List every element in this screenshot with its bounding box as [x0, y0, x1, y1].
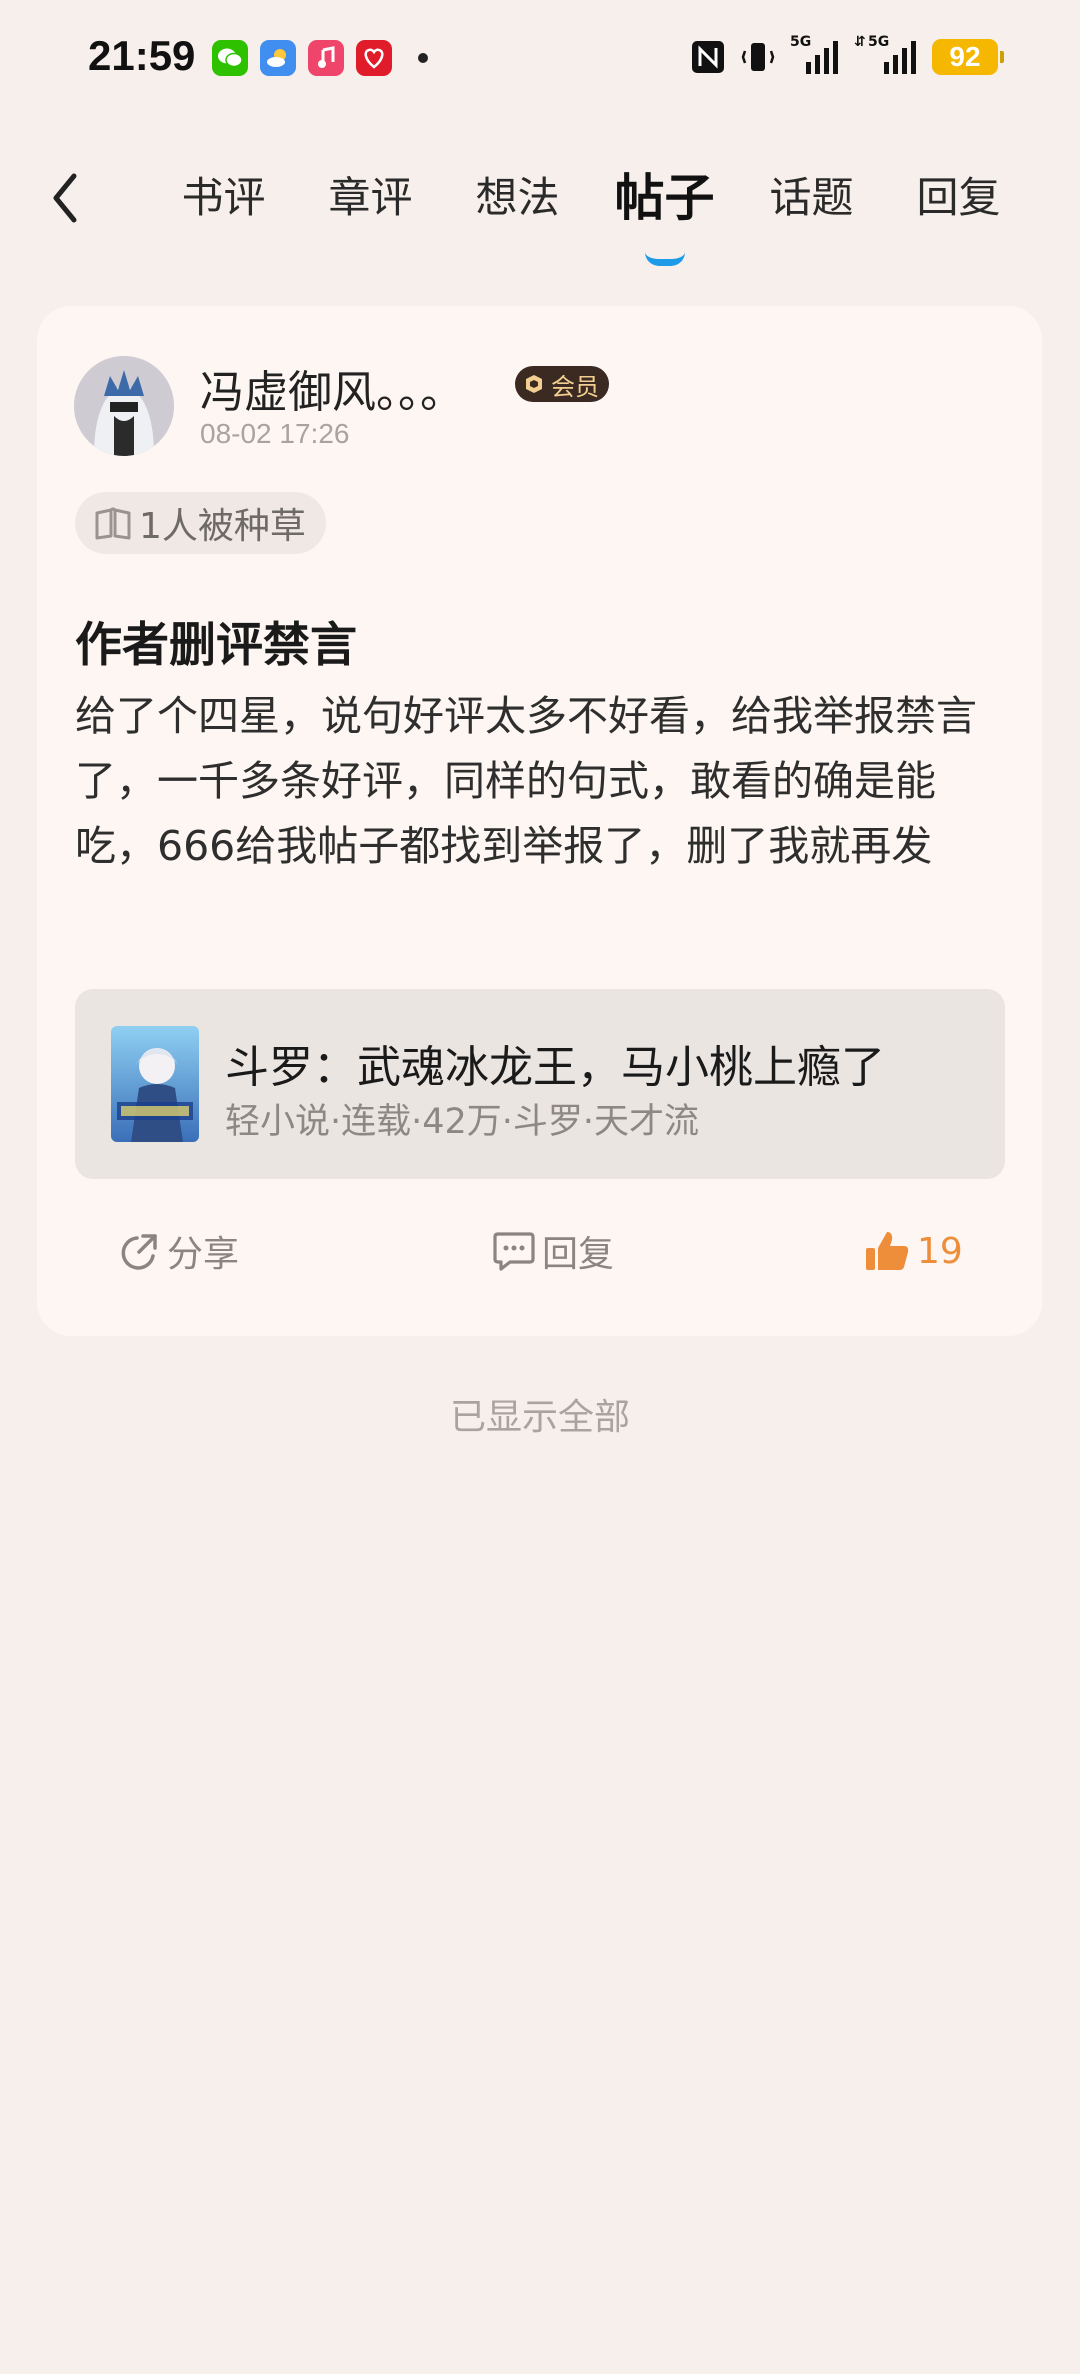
tab-thoughts[interactable]: 想法	[444, 168, 591, 228]
tab-topics[interactable]: 话题	[738, 168, 885, 228]
notification-icons	[212, 40, 428, 76]
book-cover	[111, 1026, 199, 1142]
post-title: 作者删评禁言	[75, 618, 357, 673]
post-card[interactable]: 冯虚御风。。。 会员 08-02 17:26 1人被种草 作者删评禁言 给了个四…	[37, 306, 1042, 1336]
active-tab-indicator	[644, 252, 685, 266]
tab-posts[interactable]: 帖子	[591, 168, 738, 266]
end-of-list-note: 已显示全部	[449, 1397, 630, 1438]
username[interactable]: 冯虚御风。。。	[200, 356, 464, 420]
wechat-icon	[212, 40, 248, 76]
more-notifications-dot	[418, 53, 428, 63]
nfc-icon	[692, 41, 724, 73]
share-label: 分享	[167, 1234, 240, 1275]
heart-app-icon	[356, 40, 392, 76]
chevron-left-icon	[53, 173, 77, 223]
top-nav: 书评 章评 想法 帖子 话题 回复	[0, 150, 1080, 266]
seed-chip[interactable]: 1人被种草	[75, 492, 326, 554]
book-link[interactable]: 斗罗：武魂冰龙王，马小桃上瘾了 轻小说·连载·42万·斗罗·天才流	[75, 989, 1005, 1179]
reply-button[interactable]: 回复	[492, 1216, 614, 1286]
signal-icon-2: ⇵ 5G	[854, 34, 918, 76]
comment-icon	[493, 1232, 535, 1271]
weather-icon	[260, 40, 296, 76]
reply-label: 回复	[542, 1234, 615, 1275]
tab-posts-label: 帖子	[614, 169, 715, 227]
post-actions: 分享 回复 19	[37, 1216, 1042, 1286]
status-bar: 21:59 5G ⇵ 5G 92	[0, 0, 1080, 120]
post-time: 08-02 17:26	[200, 418, 350, 449]
system-icons: 5G ⇵ 5G 92	[690, 34, 1004, 76]
book-meta: 轻小说·连载·42万·斗罗·天才流	[225, 1102, 700, 1142]
vip-icon	[526, 375, 542, 393]
avatar[interactable]	[74, 356, 174, 456]
share-button[interactable]: 分享	[119, 1216, 239, 1286]
tab-bar: 书评 章评 想法 帖子 话题 回复	[150, 168, 1032, 266]
vip-badge: 会员	[515, 366, 609, 402]
like-button[interactable]: 19	[863, 1216, 963, 1286]
like-count: 19	[917, 1230, 963, 1272]
share-icon	[121, 1234, 157, 1270]
tab-chapter-review[interactable]: 章评	[297, 168, 444, 228]
vibrate-icon	[741, 43, 775, 71]
vip-label: 会员	[551, 372, 599, 401]
post-body: 给了个四星，说句好评太多不好看，给我举报禁言了，一千多条好评，同样的句式，敢看的…	[75, 692, 977, 870]
tab-replies[interactable]: 回复	[885, 168, 1032, 228]
thumbs-up-icon	[866, 1232, 909, 1270]
back-button[interactable]	[44, 168, 88, 228]
open-book-icon	[95, 507, 131, 540]
signal-icon-1: 5G	[790, 34, 840, 76]
status-time: 21:59	[88, 32, 196, 79]
tab-book-review[interactable]: 书评	[150, 168, 297, 228]
music-icon	[308, 40, 344, 76]
book-title: 斗罗：武魂冰龙王，马小桃上瘾了	[225, 1042, 885, 1093]
battery-indicator: 92	[932, 39, 1004, 75]
seed-chip-label: 1人被种草	[139, 506, 306, 547]
